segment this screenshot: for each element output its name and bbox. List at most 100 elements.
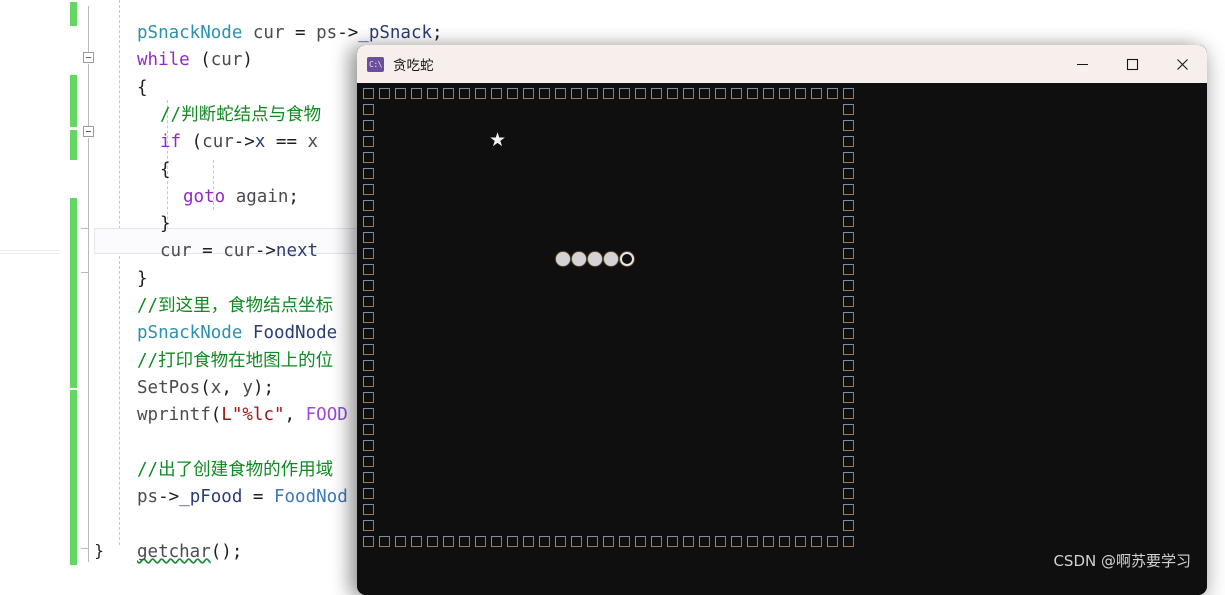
- code-line: SetPos(x, y);: [137, 375, 274, 402]
- wall-block: [810, 535, 822, 547]
- wall-block: [458, 535, 470, 547]
- wall-block: [362, 311, 374, 323]
- wall-block: [362, 375, 374, 387]
- code-token: }: [137, 268, 148, 289]
- code-token: cur: [210, 50, 243, 71]
- wall-block: [362, 327, 374, 339]
- window-title: 贪吃蛇: [393, 58, 434, 74]
- wall-block: [362, 359, 374, 371]
- wall-block: [362, 503, 374, 515]
- wall-block: [490, 535, 502, 547]
- code-token: ();: [210, 541, 243, 562]
- wall-block: [842, 231, 854, 243]
- maximize-button[interactable]: [1107, 45, 1157, 83]
- wall-block: [362, 407, 374, 419]
- code-line: pSnackNode cur = ps->_pSnack;: [137, 20, 443, 47]
- wall-block: [666, 535, 678, 547]
- wall-block: [394, 87, 406, 99]
- wall-block: [586, 535, 598, 547]
- code-token: ps: [137, 487, 159, 508]
- window-controls: [1057, 45, 1207, 83]
- snake-game-window[interactable]: C:\ 贪吃蛇 CSDN @啊苏要学习 ★: [357, 45, 1207, 595]
- wall-block: [538, 535, 550, 547]
- wall-block: [522, 535, 534, 547]
- code-token: //打印食物在地图上的位: [137, 350, 334, 371]
- code-token: goto: [183, 186, 226, 207]
- wall-block: [554, 535, 566, 547]
- wall-block: [410, 87, 422, 99]
- code-token: again: [235, 186, 289, 207]
- code-token: _pSnack: [358, 23, 433, 43]
- code-token: cur: [223, 241, 255, 262]
- wall-block: [618, 87, 630, 99]
- code-token: FOOD: [305, 405, 348, 426]
- wall-block: [650, 87, 662, 99]
- wall-block: [842, 199, 854, 211]
- code-line: {: [160, 157, 171, 184]
- code-line: wprintf(L"%lc", FOOD: [137, 402, 348, 429]
- wall-block: [842, 183, 854, 195]
- wall-block: [538, 87, 550, 99]
- wall-block: [362, 423, 374, 435]
- wall-block: [362, 471, 374, 483]
- wall-block: [362, 279, 374, 291]
- wall-block: [842, 439, 854, 451]
- wall-block: [474, 535, 486, 547]
- window-titlebar[interactable]: C:\ 贪吃蛇: [357, 45, 1207, 83]
- code-line: getchar();: [137, 539, 242, 566]
- wall-block: [842, 119, 854, 131]
- code-token: ==: [265, 132, 308, 153]
- code-token: {: [160, 159, 171, 180]
- wall-block: [426, 535, 438, 547]
- wall-block: [506, 535, 518, 547]
- wall-block: [842, 359, 854, 371]
- code-token: while: [137, 50, 190, 71]
- wall-block: [682, 535, 694, 547]
- wall-block: [378, 535, 390, 547]
- console-app-icon: C:\: [367, 56, 384, 72]
- wall-block: [602, 535, 614, 547]
- wall-block: [554, 87, 566, 99]
- wall-block: [842, 263, 854, 275]
- wall-block: [426, 87, 438, 99]
- wall-block: [378, 87, 390, 99]
- wall-block: [842, 215, 854, 227]
- code-line: {: [137, 75, 148, 102]
- maximize-icon: [1126, 58, 1138, 70]
- code-line: //到这里，食物结点坐标: [137, 293, 333, 320]
- wall-block: [842, 487, 854, 499]
- wall-block: [570, 535, 582, 547]
- wall-block: [442, 535, 454, 547]
- code-token: ->: [337, 23, 359, 43]
- code-token: ps: [316, 23, 338, 43]
- wall-block: [842, 503, 854, 515]
- code-token: cur: [202, 132, 234, 153]
- code-token: x: [254, 132, 266, 153]
- wall-block: [362, 231, 374, 243]
- code-token: x: [307, 132, 319, 153]
- wall-block: [570, 87, 582, 99]
- code-token: getchar: [137, 541, 211, 562]
- game-play-area[interactable]: CSDN @啊苏要学习 ★: [357, 83, 1207, 595]
- code-token: ->: [254, 241, 276, 262]
- snake-body-segment: [588, 252, 602, 266]
- wall-block: [842, 471, 854, 483]
- wall-block: [362, 455, 374, 467]
- wall-block: [618, 535, 630, 547]
- wall-block: [778, 535, 790, 547]
- minimize-button[interactable]: [1057, 45, 1107, 83]
- code-token: ->: [233, 132, 255, 153]
- wall-block: [842, 135, 854, 147]
- code-token: //到这里，食物结点坐标: [137, 296, 334, 316]
- code-closing-brace: }: [94, 541, 105, 560]
- code-token: //判断蛇结点与食物: [160, 104, 322, 125]
- wall-block: [730, 87, 742, 99]
- close-button[interactable]: [1157, 45, 1207, 83]
- code-token: y: [242, 377, 253, 398]
- wall-block: [634, 87, 646, 99]
- snake-body-segment: [604, 252, 618, 266]
- wall-block: [650, 535, 662, 547]
- wall-block: [490, 87, 502, 99]
- wall-block: [458, 87, 470, 99]
